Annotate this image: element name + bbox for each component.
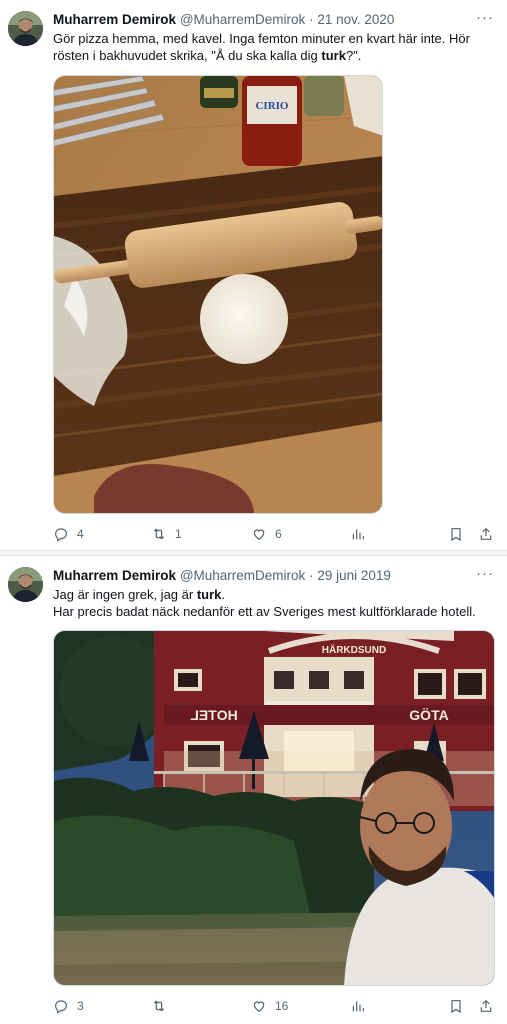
avatar[interactable]	[8, 567, 43, 602]
heart-icon	[253, 529, 265, 541]
bookmark-icon	[451, 1000, 461, 1014]
retweet-count: 1	[175, 527, 182, 541]
tweet-text: Gör pizza hemma, med kavel. Inga femton …	[53, 30, 493, 64]
hotel-arch-sign: HÄRKDSUND	[322, 643, 386, 656]
reply-count: 4	[77, 527, 84, 541]
bookmark-icon	[451, 528, 461, 542]
heart-icon	[253, 1001, 265, 1013]
separator-dot: ·	[309, 12, 314, 27]
text-bold-segment: turk	[321, 48, 346, 63]
tweet-text-line: rösten i bakhuvudet skrika, "Å du ska ka…	[53, 47, 493, 64]
like-count: 6	[275, 527, 282, 541]
avatar[interactable]	[8, 11, 43, 46]
reply-count: 3	[77, 999, 84, 1013]
views-button[interactable]	[350, 996, 366, 1016]
tweet-text-line: Gör pizza hemma, med kavel. Inga femton …	[53, 31, 470, 46]
tweet-text-line: Jag är ingen grek, jag är turk.	[53, 586, 493, 603]
hotel-sign-right: GÖTA	[409, 707, 448, 723]
like-button[interactable]: 16	[251, 996, 288, 1016]
tweet[interactable]: Muharrem Demirok @MuharremDemirok · 21 n…	[0, 0, 507, 550]
retweet-icon	[153, 1000, 165, 1012]
tweet[interactable]: Muharrem Demirok @MuharremDemirok · 29 j…	[0, 556, 507, 1024]
reply-button[interactable]: 3	[53, 996, 84, 1016]
tweet-header: Muharrem Demirok @MuharremDemirok · 21 n…	[53, 11, 394, 28]
bookmark-button[interactable]	[448, 996, 464, 1016]
tweet-date[interactable]: 29 juni 2019	[317, 568, 391, 583]
views-button[interactable]	[350, 524, 366, 544]
text-segment: ?".	[345, 48, 362, 63]
bookmark-button[interactable]	[448, 524, 464, 544]
text-segment: rösten i bakhuvudet skrika, "Å du ska ka…	[53, 48, 322, 63]
author-name[interactable]: Muharrem Demirok	[53, 12, 176, 27]
separator-dot: ·	[309, 568, 314, 583]
share-button[interactable]	[478, 996, 494, 1016]
tweet-text-line: Har precis badat näck nedanför ett av Sv…	[53, 604, 476, 619]
tweet-photo-pizza[interactable]: CIRIO	[53, 75, 383, 514]
text-segment: .	[221, 587, 225, 602]
author-name[interactable]: Muharrem Demirok	[53, 568, 176, 583]
tweet-header: Muharrem Demirok @MuharremDemirok · 29 j…	[53, 567, 391, 584]
retweet-button[interactable]: 1	[151, 524, 182, 544]
bottle-label: CIRIO	[255, 100, 288, 112]
reply-icon	[55, 1000, 67, 1014]
tweet-text: Jag är ingen grek, jag är turk. Har prec…	[53, 586, 493, 620]
analytics-icon	[352, 529, 364, 540]
tweet-actions: 4 1 6	[53, 524, 497, 544]
tweet-photo-hotel[interactable]: HÄRKDSUND HOTEL GÖTA	[53, 630, 495, 986]
more-icon[interactable]: ···	[475, 10, 495, 31]
share-icon	[480, 527, 492, 540]
tweet-actions: 3 16	[53, 996, 497, 1016]
tweet-date[interactable]: 21 nov. 2020	[317, 12, 394, 27]
author-handle[interactable]: @MuharremDemirok	[180, 12, 305, 27]
analytics-icon	[352, 1001, 364, 1012]
like-button[interactable]: 6	[251, 524, 282, 544]
reply-button[interactable]: 4	[53, 524, 84, 544]
share-button[interactable]	[478, 524, 494, 544]
text-bold-segment: turk	[196, 587, 222, 602]
more-icon[interactable]: ···	[475, 566, 495, 587]
reply-icon	[55, 528, 67, 542]
hotel-sign-left: HOTEL	[190, 707, 238, 723]
share-icon	[480, 999, 492, 1012]
like-count: 16	[275, 999, 289, 1013]
retweet-icon	[153, 528, 165, 540]
author-handle[interactable]: @MuharremDemirok	[180, 568, 305, 583]
retweet-button[interactable]	[151, 996, 175, 1016]
text-segment: Jag är ingen grek, jag är	[53, 587, 197, 602]
